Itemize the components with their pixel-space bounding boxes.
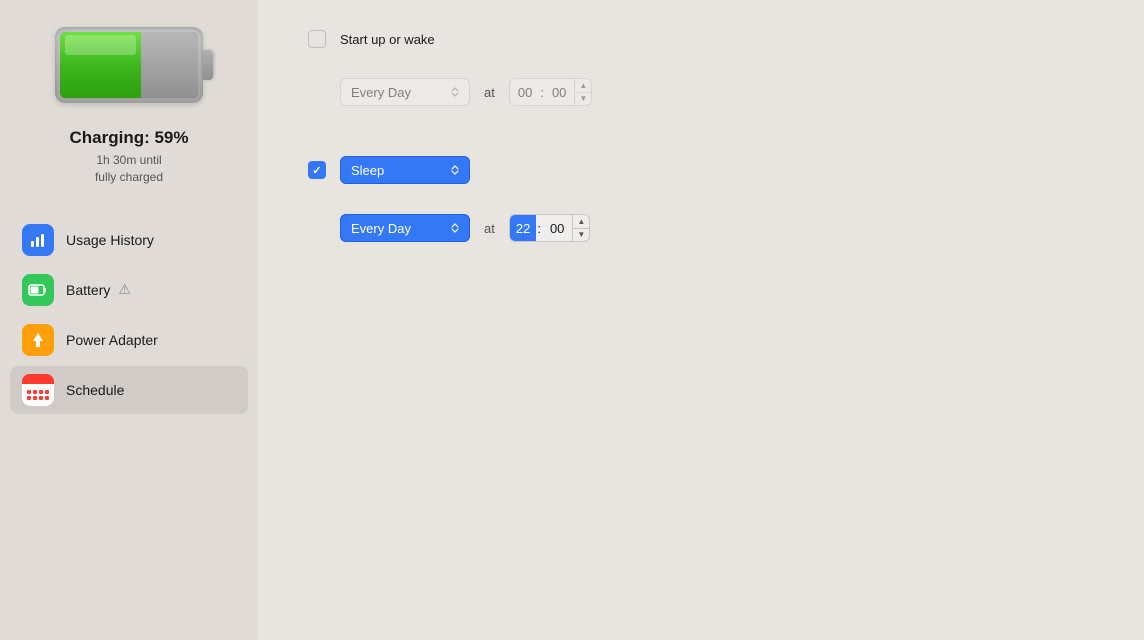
startup-time-hour: 00 <box>510 85 540 100</box>
battery-terminal <box>203 50 213 80</box>
schedule-content: Schedule <box>66 382 236 398</box>
sidebar-item-power-adapter[interactable]: Power Adapter <box>10 316 248 364</box>
cal-dots <box>27 390 49 400</box>
cal-bottom <box>22 384 54 406</box>
sidebar-item-battery[interactable]: Battery ⚠ <box>10 266 248 314</box>
usage-history-content: Usage History <box>66 232 236 248</box>
schedule-icon <box>22 374 54 406</box>
sleep-day-arrow-down <box>451 228 459 233</box>
sleep-controls-row: Every Day at 22 : 00 ▲ ▼ <box>308 214 1094 242</box>
startup-controls-row: Every Day at 00 : 00 ▲ ▼ <box>308 78 1094 106</box>
cal-top <box>22 374 54 384</box>
sleep-checkbox-row: Sleep <box>308 156 1094 184</box>
sleep-action-dropdown[interactable]: Sleep <box>340 156 470 184</box>
sleep-checkbox[interactable] <box>308 161 326 179</box>
calendar-icon <box>22 374 54 406</box>
startup-day-dropdown[interactable]: Every Day <box>340 78 470 106</box>
startup-time-up[interactable]: ▲ <box>575 79 591 93</box>
sleep-time-up[interactable]: ▲ <box>573 215 589 229</box>
sleep-time-input[interactable]: 22 : 00 ▲ ▼ <box>509 214 590 242</box>
sidebar-item-usage-history[interactable]: Usage History <box>10 216 248 264</box>
battery-grey-fill <box>141 32 198 98</box>
usage-history-label: Usage History <box>66 232 154 248</box>
power-adapter-label: Power Adapter <box>66 332 158 348</box>
charging-percent-label: Charging: 59% <box>69 128 188 148</box>
startup-at-label: at <box>484 85 495 100</box>
startup-day-dropdown-text: Every Day <box>351 85 411 100</box>
sleep-day-dropdown-text: Every Day <box>351 221 411 236</box>
startup-label: Start up or wake <box>340 32 435 47</box>
sleep-time-down[interactable]: ▼ <box>573 229 589 242</box>
battery-warning-icon: ⚠ <box>118 281 131 298</box>
sleep-time-hour: 22 <box>510 215 536 241</box>
sleep-day-dropdown[interactable]: Every Day <box>340 214 470 242</box>
main-content: Start up or wake Every Day at 00 : 00 <box>258 0 1144 640</box>
battery-fill-area <box>60 32 198 98</box>
sleep-action-arrows <box>451 165 459 175</box>
battery-icon-display <box>49 20 209 110</box>
startup-day-arrows <box>451 87 459 97</box>
power-adapter-icon <box>22 324 54 356</box>
battery-body <box>55 27 203 103</box>
startup-time-input[interactable]: 00 : 00 ▲ ▼ <box>509 78 592 106</box>
sleep-time-minute: 00 <box>542 221 572 236</box>
charging-status: Charging: 59% 1h 30m until fully charged <box>69 128 188 186</box>
power-adapter-content: Power Adapter <box>66 332 236 348</box>
sleep-action-text: Sleep <box>351 163 384 178</box>
startup-time-minute: 00 <box>544 85 574 100</box>
startup-time-down[interactable]: ▼ <box>575 93 591 106</box>
charging-time-label: 1h 30m until fully charged <box>69 152 188 186</box>
startup-checkbox[interactable] <box>308 30 326 48</box>
sleep-action-arrow-down <box>451 170 459 175</box>
sleep-time-arrows: ▲ ▼ <box>572 215 589 241</box>
battery-label: Battery <box>66 282 110 298</box>
usage-history-icon <box>22 224 54 256</box>
startup-section: Start up or wake Every Day at 00 : 00 <box>308 30 1094 126</box>
battery-nav-icon <box>22 274 54 306</box>
sidebar: Charging: 59% 1h 30m until fully charged… <box>0 0 258 640</box>
battery-content: Battery ⚠ <box>66 281 236 298</box>
sidebar-item-schedule[interactable]: Schedule <box>10 366 248 414</box>
startup-time-arrows: ▲ ▼ <box>574 79 591 105</box>
battery-green-fill <box>60 32 141 98</box>
sleep-section: Sleep Every Day <box>308 156 1094 262</box>
schedule-label: Schedule <box>66 382 124 398</box>
sleep-day-arrows <box>451 223 459 233</box>
sleep-at-label: at <box>484 221 495 236</box>
startup-day-arrow-down <box>451 92 459 97</box>
sidebar-nav: Usage History Battery ⚠ <box>0 216 258 416</box>
startup-checkbox-row: Start up or wake <box>308 30 1094 48</box>
